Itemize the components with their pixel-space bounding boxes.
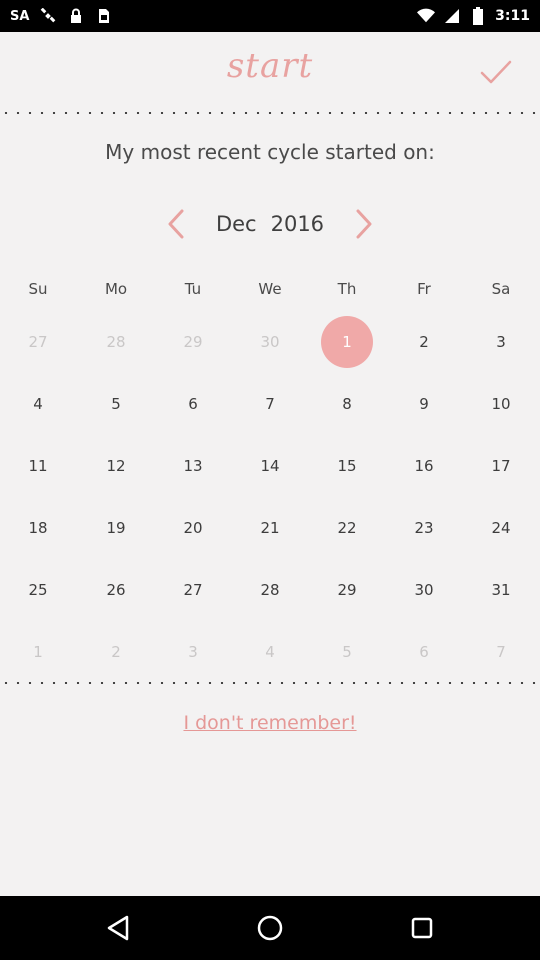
page-title: start (226, 46, 314, 86)
calendar-day[interactable]: 6 (398, 626, 450, 678)
calendar-day[interactable]: 14 (244, 440, 296, 492)
back-button[interactable] (98, 908, 138, 948)
weekday-label: Sa (491, 280, 511, 298)
back-triangle-icon (107, 915, 129, 941)
month-label: Dec (215, 212, 257, 236)
dont-remember-link[interactable]: I don't remember! (0, 712, 540, 734)
calendar-divider (0, 682, 540, 684)
calendar-day[interactable]: 9 (398, 378, 450, 430)
chevron-left-icon (168, 209, 184, 239)
calendar-day[interactable]: 29 (321, 564, 373, 616)
prev-month-button[interactable] (158, 206, 194, 242)
status-bar: SA 3:11 (0, 0, 540, 32)
calendar-day[interactable]: 12 (90, 440, 142, 492)
next-month-button[interactable] (346, 206, 382, 242)
battery-icon (469, 7, 487, 25)
calendar-day[interactable]: 5 (90, 378, 142, 430)
calendar-day[interactable]: 2 (90, 626, 142, 678)
calendar-day[interactable]: 13 (167, 440, 219, 492)
calendar-day[interactable]: 28 (90, 316, 142, 368)
calendar-day[interactable]: 19 (90, 502, 142, 554)
calendar-day[interactable]: 4 (244, 626, 296, 678)
calendar-day[interactable]: 10 (475, 378, 527, 430)
lock-icon (67, 7, 85, 25)
calendar-day[interactable]: 22 (321, 502, 373, 554)
calendar-day[interactable]: 7 (244, 378, 296, 430)
sim-icon (95, 7, 113, 25)
wifi-icon (417, 7, 436, 25)
calendar-day[interactable]: 31 (475, 564, 527, 616)
status-bar-left: SA (10, 0, 113, 32)
calendar-day[interactable]: 18 (12, 502, 64, 554)
calendar-day[interactable]: 6 (167, 378, 219, 430)
calendar-day[interactable]: 8 (321, 378, 373, 430)
calendar-day[interactable]: 11 (12, 440, 64, 492)
calendar-day[interactable]: 2 (398, 316, 450, 368)
signal-icon (443, 7, 461, 25)
recents-square-icon (411, 917, 433, 939)
calendar-day[interactable]: 26 (90, 564, 142, 616)
calendar-day[interactable]: 28 (244, 564, 296, 616)
weekday-label: Fr (417, 280, 431, 298)
calendar-day[interactable]: 23 (398, 502, 450, 554)
weekday-label: Tu (184, 280, 202, 298)
calendar-day[interactable]: 27 (167, 564, 219, 616)
calendar-day[interactable]: 15 (321, 440, 373, 492)
check-icon (480, 60, 512, 84)
weekday-header: Su Mo Tu We Th Fr Sa (0, 280, 540, 304)
calendar-day[interactable]: 20 (167, 502, 219, 554)
weekday-label: Th (337, 280, 357, 298)
month-navigator: Dec 2016 (0, 200, 540, 248)
confirm-button[interactable] (476, 54, 516, 90)
status-bar-right: 3:11 (417, 0, 530, 32)
year-label: 2016 (270, 212, 325, 236)
calendar-day[interactable]: 16 (398, 440, 450, 492)
home-button[interactable] (250, 908, 290, 948)
calendar-day-selected[interactable]: 1 (321, 316, 373, 368)
weekday-label: Su (28, 280, 48, 298)
calendar-day[interactable]: 30 (398, 564, 450, 616)
header-divider (0, 112, 540, 114)
calendar-day[interactable]: 3 (167, 626, 219, 678)
chevron-right-icon (356, 209, 372, 239)
home-circle-icon (257, 915, 283, 941)
calendar-day[interactable]: 17 (475, 440, 527, 492)
carrier-label: SA (10, 8, 30, 24)
satellite-icon (39, 7, 57, 25)
calendar-day[interactable]: 27 (12, 316, 64, 368)
weekday-label: We (258, 280, 282, 298)
cycle-prompt: My most recent cycle started on: (105, 140, 435, 164)
calendar-day[interactable]: 30 (244, 316, 296, 368)
clock: 3:11 (495, 8, 530, 24)
recents-button[interactable] (402, 908, 442, 948)
calendar-day[interactable]: 21 (244, 502, 296, 554)
calendar-day[interactable]: 24 (475, 502, 527, 554)
calendar-day[interactable]: 1 (12, 626, 64, 678)
app-content: start My most recent cycle started on: D… (0, 32, 540, 896)
calendar-day[interactable]: 3 (475, 316, 527, 368)
calendar-day[interactable]: 4 (12, 378, 64, 430)
calendar-day[interactable]: 7 (475, 626, 527, 678)
calendar-day[interactable]: 25 (12, 564, 64, 616)
calendar-day[interactable]: 29 (167, 316, 219, 368)
calendar-day[interactable]: 5 (321, 626, 373, 678)
weekday-label: Mo (104, 280, 128, 298)
system-nav-bar (0, 896, 540, 960)
